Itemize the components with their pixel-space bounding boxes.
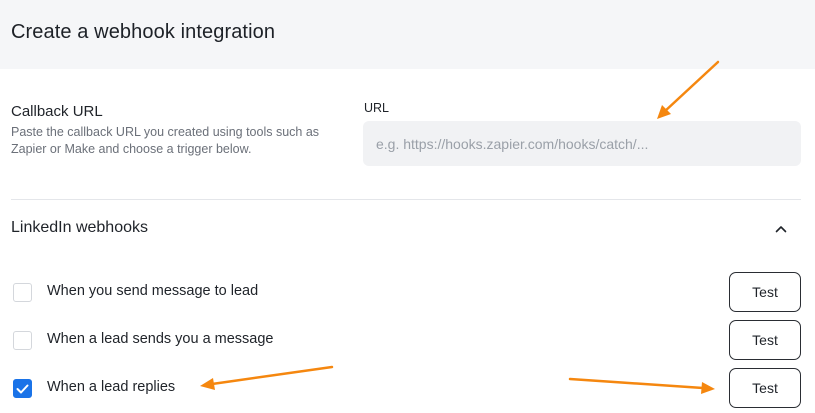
page-title: Create a webhook integration	[11, 21, 276, 43]
webhook-label: When a lead sends you a message	[47, 331, 274, 347]
annotation-arrow-url	[657, 60, 720, 119]
checkbox-lead-replies[interactable]	[13, 379, 32, 398]
checkbox-lead-sends-message[interactable]	[13, 331, 32, 350]
callback-url-description: Paste the callback URL you created using…	[11, 125, 320, 156]
webhook-row-lead-sends-message: When a lead sends you a message Test	[0, 320, 815, 360]
callback-url-input[interactable]	[363, 121, 801, 166]
collapse-toggle-button[interactable]	[770, 219, 792, 239]
webhook-label: When you send message to lead	[47, 283, 259, 299]
webhook-integration-page: Create a webhook integration Callback UR…	[0, 0, 815, 413]
callback-url-title: Callback URL	[11, 103, 103, 120]
chevron-up-icon	[775, 226, 787, 233]
page-header: Create a webhook integration	[0, 0, 815, 69]
webhook-row-lead-replies: When a lead replies Test	[0, 368, 815, 408]
test-button-lead-sends-message[interactable]: Test	[729, 320, 801, 360]
test-button-lead-replies[interactable]: Test	[729, 368, 801, 408]
webhook-row-send-message: When you send message to lead Test	[0, 272, 815, 312]
section-divider	[11, 199, 801, 200]
test-button-send-message[interactable]: Test	[729, 272, 801, 312]
checkbox-send-message[interactable]	[13, 283, 32, 302]
url-field-label: URL	[364, 101, 390, 115]
checkmark-icon	[16, 384, 29, 393]
webhook-label: When a lead replies	[47, 379, 176, 395]
linkedin-webhooks-title: LinkedIn webhooks	[11, 219, 148, 236]
